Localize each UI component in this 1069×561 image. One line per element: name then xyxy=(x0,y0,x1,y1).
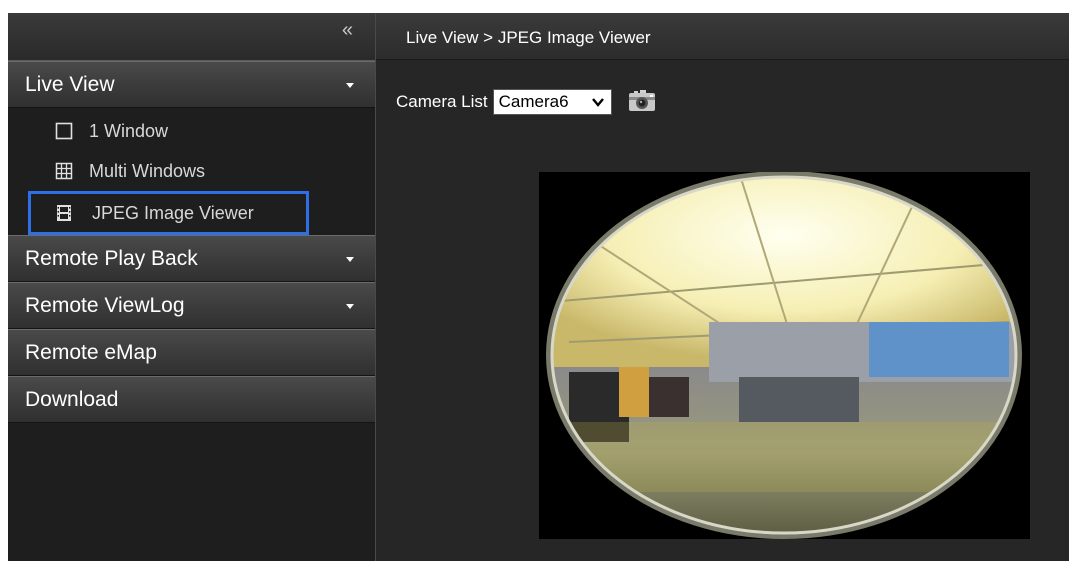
sidebar-section-download[interactable]: Download xyxy=(8,376,375,423)
camera-toolbar: Camera List Camera6 xyxy=(396,89,658,115)
sidebar-section-remote-play-back[interactable]: Remote Play Back xyxy=(8,235,375,282)
app-window: « Live View 1 Window Multi Windows JPEG … xyxy=(8,13,1069,561)
main-content: Live View > JPEG Image Viewer Camera Lis… xyxy=(376,13,1069,561)
camera-select-value: Camera6 xyxy=(498,92,569,111)
grid-windows-icon xyxy=(55,162,73,180)
sidebar-item-1-window[interactable]: 1 Window xyxy=(8,111,375,151)
caret-down-icon xyxy=(346,83,354,88)
section-label: Remote eMap xyxy=(25,341,157,364)
caret-down-icon xyxy=(346,304,354,309)
fisheye-camera-image xyxy=(539,172,1030,539)
camera-list-label: Camera List xyxy=(396,92,488,111)
double-chevron-left-icon[interactable]: « xyxy=(342,20,353,40)
section-label: Remote ViewLog xyxy=(25,294,185,317)
live-view-submenu: 1 Window Multi Windows JPEG Image Viewer xyxy=(8,108,375,235)
camera-select[interactable]: Camera6 xyxy=(492,89,612,116)
sidebar-item-label: 1 Window xyxy=(89,121,169,141)
chevron-down-icon xyxy=(591,92,605,116)
sidebar-item-multi-windows[interactable]: Multi Windows xyxy=(8,151,375,191)
sidebar-item-label: Multi Windows xyxy=(89,161,206,181)
section-label: Remote Play Back xyxy=(25,247,198,270)
breadcrumb: Live View > JPEG Image Viewer xyxy=(376,13,1069,60)
sidebar-item-label: JPEG Image Viewer xyxy=(92,203,254,223)
sidebar: « Live View 1 Window Multi Windows JPEG … xyxy=(8,13,376,561)
sidebar-header: « xyxy=(8,13,375,61)
section-label: Live View xyxy=(25,73,115,96)
jpeg-image-viewer xyxy=(539,172,1030,539)
sidebar-section-remote-emap[interactable]: Remote eMap xyxy=(8,329,375,376)
caret-down-icon xyxy=(346,257,354,262)
single-window-icon xyxy=(55,122,73,140)
sidebar-item-jpeg-image-viewer[interactable]: JPEG Image Viewer xyxy=(28,191,309,235)
film-strip-icon xyxy=(57,205,71,221)
sidebar-section-live-view[interactable]: Live View xyxy=(8,61,375,108)
section-label: Download xyxy=(25,388,119,411)
camera-snapshot-icon[interactable] xyxy=(626,89,658,115)
sidebar-section-remote-viewlog[interactable]: Remote ViewLog xyxy=(8,282,375,329)
